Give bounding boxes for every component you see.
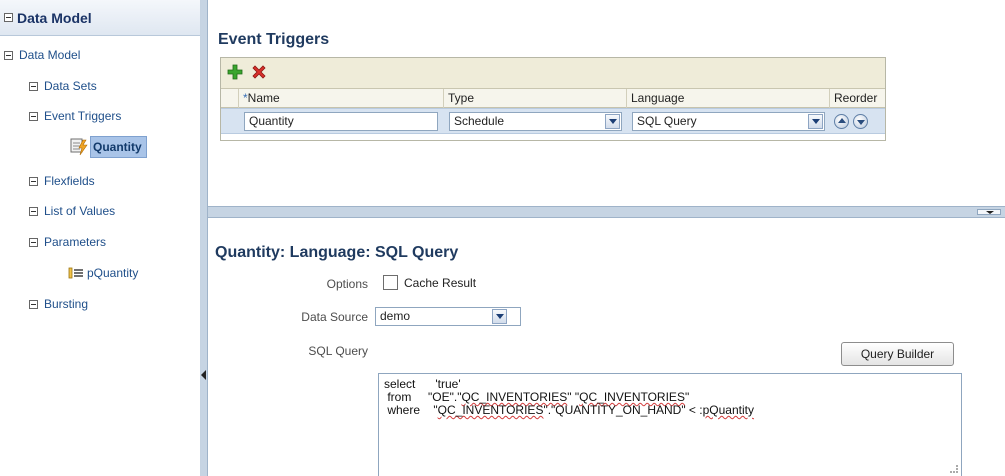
tree-item-label: Bursting	[44, 297, 89, 311]
collapse-icon[interactable]	[29, 176, 38, 186]
cache-result-checkbox[interactable]	[383, 275, 398, 290]
collapse-icon[interactable]	[29, 299, 38, 309]
column-header-type: Type	[443, 89, 626, 108]
collapse-left-arrow-icon[interactable]	[201, 370, 206, 380]
sql-query-textarea[interactable]: select 'true' from "OE"."QC_INVENTORIES"…	[378, 373, 962, 476]
column-label: Reorder	[834, 91, 878, 105]
sql-query-label: SQL Query	[308, 344, 368, 358]
sql-keyword: from	[387, 390, 412, 404]
table-row[interactable]: Quantity Schedule SQL Query	[221, 108, 885, 134]
tree-item-label: Quantity	[90, 136, 147, 158]
trigger-detail-panel: Quantity: Language: SQL Query Options Ca…	[208, 218, 1005, 476]
sql-text: QC_INVENTORIES	[437, 403, 544, 417]
collapse-down-icon[interactable]	[977, 209, 1001, 215]
tree-item-bursting[interactable]: Bursting	[29, 297, 88, 311]
collapse-icon[interactable]	[4, 50, 13, 60]
sql-text: pQuantity	[702, 403, 754, 417]
move-up-icon[interactable]	[834, 114, 849, 129]
table-header: *Name Type Language Reorder	[221, 89, 885, 108]
tree-root-data-model[interactable]: Data Model	[4, 48, 80, 62]
options-label: Options	[326, 277, 368, 291]
sql-text: "	[684, 390, 690, 404]
sql-keyword: where	[387, 403, 421, 417]
sql-text: "OE"."	[428, 390, 462, 404]
parameter-icon	[68, 267, 84, 279]
event-triggers-panel: Event Triggers *Name Type Language Reord…	[208, 0, 1005, 206]
resize-handle-icon[interactable]	[950, 465, 958, 473]
select-value: Schedule	[454, 114, 505, 128]
sql-text: "."QUANTITY_ON_HAND" < :	[543, 403, 703, 417]
trigger-type-select[interactable]: Schedule	[449, 112, 622, 131]
tree-item-list-of-values[interactable]: List of Values	[29, 204, 115, 218]
section-title: Event Triggers	[218, 31, 330, 48]
chevron-down-icon[interactable]	[808, 114, 823, 129]
sql-text: QC_INVENTORIES	[579, 390, 685, 404]
collapse-icon[interactable]	[29, 111, 38, 121]
column-header-name: *Name	[238, 89, 443, 108]
chevron-down-icon[interactable]	[492, 309, 507, 324]
sql-text: QC_INVENTORIES	[461, 390, 568, 404]
tree-item-pquantity[interactable]: pQuantity	[68, 266, 138, 280]
tree-item-label: Parameters	[44, 235, 107, 249]
column-label: Type	[448, 91, 475, 105]
detail-title: Quantity: Language: SQL Query	[215, 244, 459, 261]
column-label: Language	[631, 91, 685, 105]
tree-item-event-triggers[interactable]: Event Triggers	[29, 109, 121, 123]
sql-text: 'true'	[435, 377, 461, 391]
tree-item-label: Flexfields	[44, 174, 95, 188]
tree-item-label: List of Values	[44, 204, 116, 218]
data-source-label: Data Source	[301, 310, 368, 324]
sql-keyword: select	[384, 377, 416, 391]
delete-icon[interactable]	[251, 64, 267, 83]
select-value: SQL Query	[637, 114, 697, 128]
cache-result-label: Cache Result	[404, 276, 477, 290]
column-header-language: Language	[626, 89, 829, 108]
column-label: Name	[247, 91, 280, 105]
move-down-icon[interactable]	[853, 114, 868, 129]
panel-header: Data Model	[0, 0, 200, 36]
collapse-icon[interactable]	[29, 237, 38, 247]
tree-item-label: Data Sets	[44, 79, 97, 93]
data-source-select[interactable]: demo	[375, 307, 521, 326]
event-trigger-icon	[70, 138, 90, 156]
tree-item-label: Event Triggers	[44, 109, 122, 123]
vertical-splitter[interactable]	[201, 0, 208, 476]
query-builder-button[interactable]: Query Builder	[841, 342, 954, 366]
collapse-icon[interactable]	[4, 13, 13, 22]
trigger-language-select[interactable]: SQL Query	[632, 112, 825, 131]
chevron-down-icon[interactable]	[605, 114, 620, 129]
table-toolbar	[221, 58, 885, 89]
horizontal-splitter[interactable]	[208, 206, 1005, 218]
sql-line: where "QC_INVENTORIES"."QUANTITY_ON_HAND…	[384, 404, 956, 417]
trigger-name-input[interactable]: Quantity	[244, 112, 438, 131]
column-header-reorder: Reorder	[829, 89, 886, 108]
tree-item-parameters[interactable]: Parameters	[29, 235, 106, 249]
data-model-panel: Data Model Data Model Data Sets Event Tr…	[0, 0, 201, 476]
panel-title: Data Model	[17, 9, 92, 26]
tree-item-quantity-trigger[interactable]: Quantity	[70, 135, 162, 159]
select-value: demo	[380, 309, 411, 323]
tree-item-data-sets[interactable]: Data Sets	[29, 79, 97, 93]
tree-root-label: Data Model	[19, 48, 81, 62]
tree-item-flexfields[interactable]: Flexfields	[29, 174, 95, 188]
collapse-icon[interactable]	[29, 81, 38, 91]
tree-item-label: pQuantity	[87, 266, 139, 280]
event-triggers-table: *Name Type Language Reorder Quantity Sch…	[220, 57, 886, 141]
add-icon[interactable]	[227, 64, 243, 83]
sql-text: " "	[567, 390, 580, 404]
collapse-icon[interactable]	[29, 206, 38, 216]
